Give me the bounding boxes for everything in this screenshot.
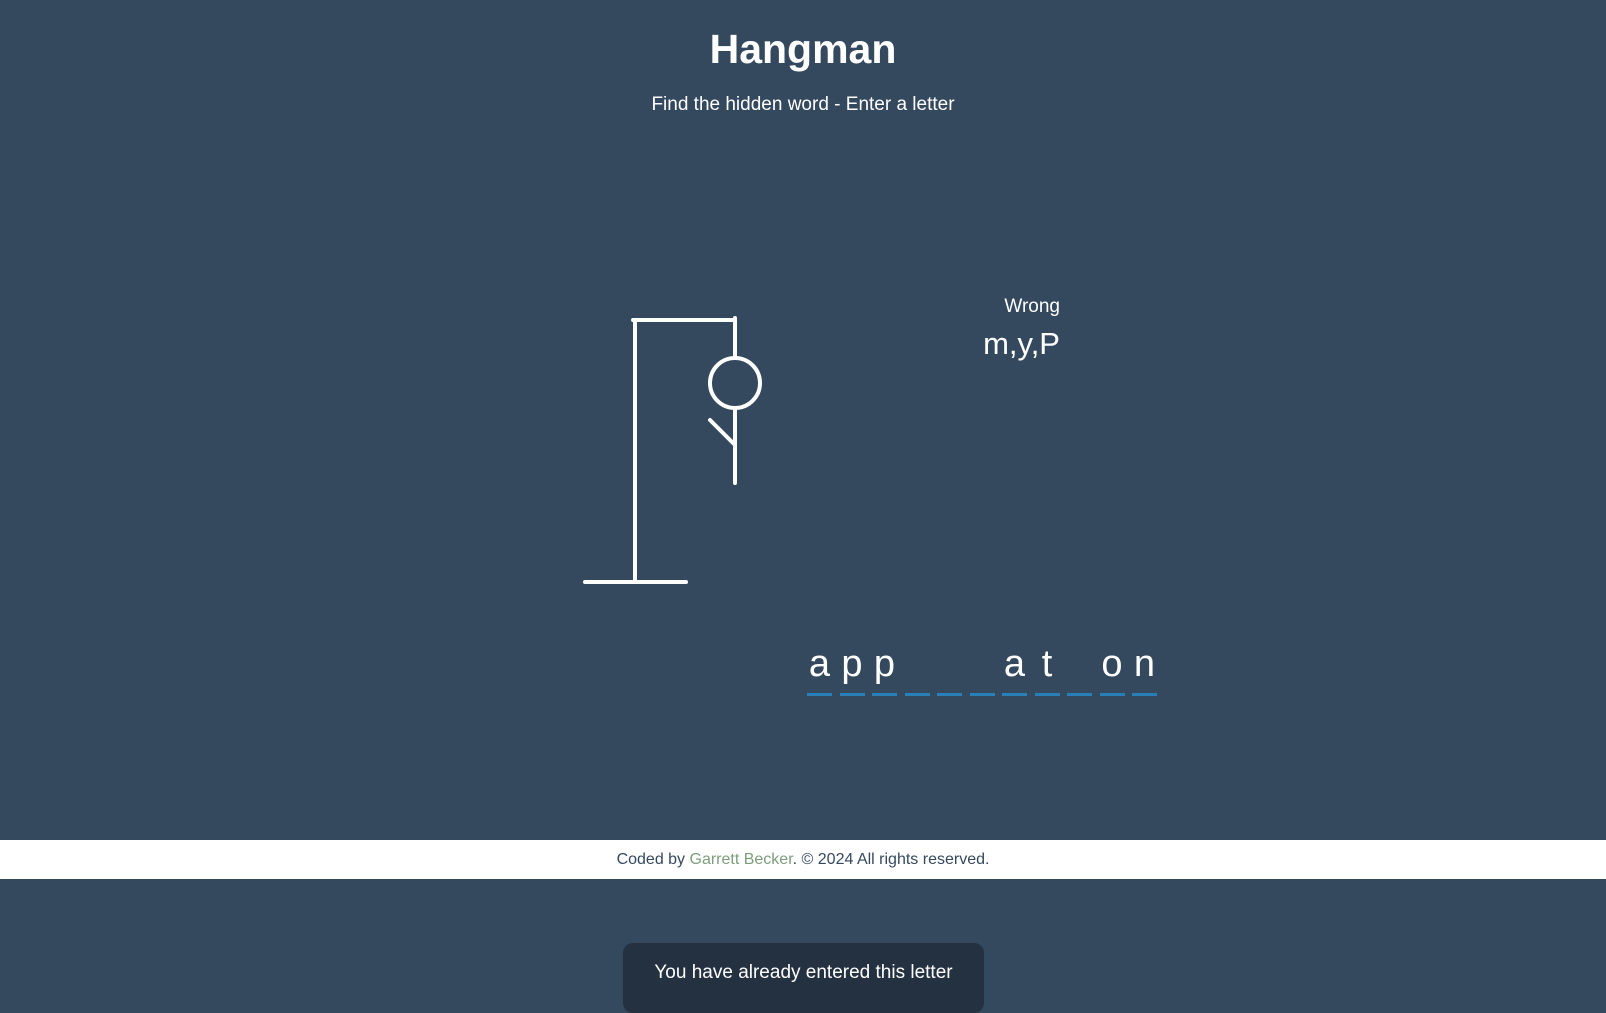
letter-slot: p bbox=[839, 640, 865, 696]
notification-toast: You have already entered this letter bbox=[623, 943, 984, 1013]
letter-slot: a bbox=[1002, 640, 1027, 696]
letter-slot bbox=[937, 640, 962, 696]
wrong-letters-list: m,y,P bbox=[983, 326, 1060, 361]
hangman-left-arm bbox=[708, 418, 737, 447]
letter-slot: n bbox=[1132, 640, 1157, 696]
letter-slot: o bbox=[1099, 640, 1125, 696]
letter-slot bbox=[969, 640, 995, 696]
wrong-letters-panel: Wrong m,y,P bbox=[960, 294, 1060, 364]
author-link[interactable]: Garrett Becker bbox=[690, 851, 793, 868]
letter-slot bbox=[904, 640, 930, 696]
letter-slot: t bbox=[1034, 640, 1060, 696]
wrong-label: Wrong bbox=[1004, 296, 1060, 317]
hidden-word: a p p a t o n bbox=[807, 640, 1157, 696]
letter-slot: a bbox=[807, 640, 832, 696]
footer: Coded by Garrett Becker. © 2024 All righ… bbox=[0, 840, 1606, 879]
letter-slot: p bbox=[872, 640, 897, 696]
hangman-head bbox=[708, 356, 762, 410]
footer-prefix: Coded by bbox=[616, 851, 690, 868]
letter-slot bbox=[1067, 640, 1092, 696]
footer-copyright: . © 2024 All rights reserved. bbox=[792, 851, 990, 868]
